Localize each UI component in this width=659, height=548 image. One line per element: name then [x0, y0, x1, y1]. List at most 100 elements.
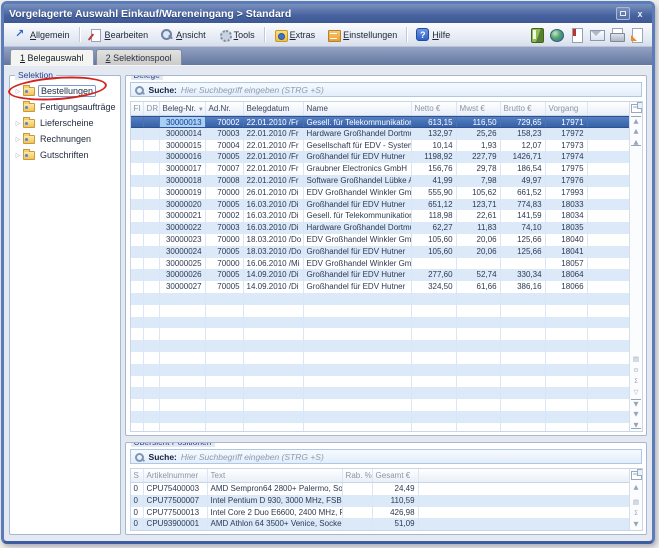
summary-icon[interactable]: Σ	[631, 377, 641, 385]
table-row-empty[interactable]	[131, 364, 629, 376]
positionen-search[interactable]: Suche: Hier Suchbegriff eingeben (STRG +…	[130, 449, 642, 464]
column-header-beleg-nr-[interactable]: Beleg-Nr.▼	[160, 102, 206, 115]
tree-item-bestellungen[interactable]: ▷ Bestellungen	[14, 83, 118, 99]
table-row[interactable]: 0CPU93900001AMD Athlon 64 3500+ Venice, …	[131, 518, 629, 530]
column-header-dr[interactable]: DR	[144, 102, 160, 115]
column-header-netto-[interactable]: Netto €	[412, 102, 457, 115]
summary-icon[interactable]: Σ	[631, 509, 641, 517]
table-search-icon[interactable]: ⊙	[631, 366, 641, 374]
table-row-empty[interactable]	[131, 376, 629, 388]
column-chooser-icon[interactable]	[631, 471, 642, 480]
tree-item-lieferscheine[interactable]: ▷ Lieferscheine	[14, 115, 118, 131]
table-row[interactable]: 300000267000514.09.2010 /DiGroßhandel fü…	[131, 269, 629, 281]
table-row[interactable]: 300000227000316.03.2010 /DiHardware Groß…	[131, 222, 629, 234]
table-row[interactable]: 0CPU77500013Intel Core 2 Duo E6600, 2400…	[131, 507, 629, 519]
column-header-s[interactable]: S	[131, 469, 144, 482]
newpage-icon[interactable]	[629, 27, 644, 42]
column-header-rab-[interactable]: Rab. %	[343, 469, 373, 482]
table-row[interactable]: 300000247000518.03.2010 /DoGroßhandel fü…	[131, 246, 629, 258]
card-view-icon[interactable]: ▤	[631, 498, 641, 506]
package-icon[interactable]	[529, 27, 544, 42]
table-cell	[343, 483, 373, 495]
close-button[interactable]: x	[633, 7, 647, 20]
title-bar[interactable]: Vorgelagerte Auswahl Einkauf/Wareneingan…	[4, 4, 652, 23]
column-header-name[interactable]: Name	[304, 102, 412, 115]
table-row[interactable]: 300000187000822.01.2010 /FrSoftware Groß…	[131, 175, 629, 187]
table-row-empty[interactable]	[131, 411, 629, 423]
table-row-empty[interactable]	[131, 352, 629, 364]
table-row[interactable]: 300000217000216.03.2010 /DiGesell. für T…	[131, 210, 629, 222]
scroll-down-button[interactable]: ▼	[631, 410, 641, 418]
table-row[interactable]: 0CPU75400003AMD Sempron64 2800+ Palermo,…	[131, 483, 629, 495]
scroll-up-button[interactable]: ▲	[631, 483, 641, 491]
positionen-table-header[interactable]: SArtikelnummerTextRab. %Gesamt €	[131, 469, 629, 483]
menu-item-hilfe[interactable]: Hilfe	[410, 26, 456, 44]
table-row-empty[interactable]	[131, 387, 629, 399]
column-header-brutto-[interactable]: Brutto €	[501, 102, 546, 115]
table-cell: 70000	[206, 187, 244, 199]
expand-arrow-icon[interactable]: ▷	[14, 120, 22, 127]
table-row[interactable]: 300000157000422.01.2010 /FrGesellschaft …	[131, 140, 629, 152]
belege-table-header[interactable]: FIDRBeleg-Nr.▼Ad.Nr.BelegdatumNameNetto …	[131, 102, 629, 116]
menu-item-tools[interactable]: Tools	[212, 26, 261, 44]
table-row-empty[interactable]	[131, 340, 629, 352]
table-cell	[244, 352, 304, 364]
column-chooser-icon[interactable]	[631, 104, 642, 113]
globe-icon[interactable]	[549, 27, 564, 42]
table-cell	[546, 387, 588, 399]
expand-arrow-icon[interactable]: ▷	[14, 136, 22, 143]
table-row[interactable]: 300000167000522.01.2010 /FrGroßhandel fü…	[131, 151, 629, 163]
table-row[interactable]: 300000147000322.01.2010 /FrHardware Groß…	[131, 128, 629, 140]
column-header-artikelnummer[interactable]: Artikelnummer	[144, 469, 208, 482]
menu-item-einstellungen[interactable]: Einstellungen	[321, 26, 403, 44]
menu-item-allgemein[interactable]: Allgemein	[8, 26, 76, 44]
scroll-up-button[interactable]: ▲	[631, 127, 641, 135]
restore-button[interactable]	[616, 7, 630, 20]
column-header-vorgang[interactable]: Vorgang	[546, 102, 588, 115]
filter-icon[interactable]: ▽	[631, 388, 641, 396]
table-row[interactable]: 300000277000514.09.2010 /DiGroßhandel fü…	[131, 281, 629, 293]
tree-item-fertigungsaufträge[interactable]: ▷ Fertigungsaufträge	[14, 99, 118, 115]
column-header-gesamt-[interactable]: Gesamt €	[373, 469, 419, 482]
expand-arrow-icon[interactable]: ▷	[14, 88, 22, 95]
table-row[interactable]: 0CPU77500007Intel Pentium D 930, 3000 MH…	[131, 495, 629, 507]
table-cell	[457, 258, 501, 270]
menu-item-ansicht[interactable]: Ansicht	[154, 26, 212, 44]
mail-icon[interactable]	[589, 27, 604, 42]
table-row-empty[interactable]	[131, 293, 629, 305]
belege-search[interactable]: Suche: Hier Suchbegriff eingeben (STRG +…	[130, 82, 642, 97]
menu-item-bearbeiten[interactable]: Bearbeiten	[83, 26, 155, 44]
table-row[interactable]: 300000257000016.06.2010 /MiEDV Großhande…	[131, 258, 629, 270]
scroll-first-row-button[interactable]: ▲	[631, 116, 641, 124]
tree-item-rechnungen[interactable]: ▷ Rechnungen	[14, 131, 118, 147]
scroll-down-button[interactable]: ▼	[631, 520, 641, 528]
expand-arrow-icon[interactable]: ▷	[14, 152, 22, 159]
column-header-mwst-[interactable]: Mwst €	[457, 102, 501, 115]
table-cell	[546, 423, 588, 431]
table-row-empty[interactable]	[131, 317, 629, 329]
menu-item-extras[interactable]: Extras	[268, 26, 322, 44]
table-cell	[131, 163, 144, 175]
column-header-fi[interactable]: FI	[131, 102, 144, 115]
scroll-next-group-button[interactable]: ▼	[631, 399, 641, 407]
table-row-empty[interactable]	[131, 328, 629, 340]
card-view-icon[interactable]: ▤	[631, 355, 641, 363]
table-row[interactable]: 300000197000026.01.2010 /DiEDV Großhande…	[131, 187, 629, 199]
table-row[interactable]: 300000237000018.03.2010 /DoEDV Großhande…	[131, 234, 629, 246]
table-row-empty[interactable]	[131, 399, 629, 411]
scroll-prev-group-button[interactable]: ▲	[631, 138, 641, 146]
column-header-text[interactable]: Text	[208, 469, 343, 482]
table-row[interactable]: 300000137000222.01.2010 /FrGesell. für T…	[131, 116, 629, 128]
table-row-empty[interactable]	[131, 305, 629, 317]
print-icon[interactable]	[609, 27, 624, 42]
column-header-belegdatum[interactable]: Belegdatum	[244, 102, 304, 115]
table-row[interactable]: 300000177000722.01.2010 /FrGraubner Elec…	[131, 163, 629, 175]
table-row[interactable]: 300000207000516.03.2010 /DiGroßhandel fü…	[131, 199, 629, 211]
tab-belegauswahl[interactable]: 1 Belegauswahl	[10, 49, 94, 65]
tree-item-gutschriften[interactable]: ▷ Gutschriften	[14, 147, 118, 163]
table-row-empty[interactable]	[131, 423, 629, 431]
tab-selektionspool[interactable]: 2 Selektionspool	[96, 49, 182, 65]
docred-icon[interactable]	[569, 27, 584, 42]
column-header-ad-nr-[interactable]: Ad.Nr.	[206, 102, 244, 115]
scroll-last-row-button[interactable]: ▼	[631, 421, 641, 429]
